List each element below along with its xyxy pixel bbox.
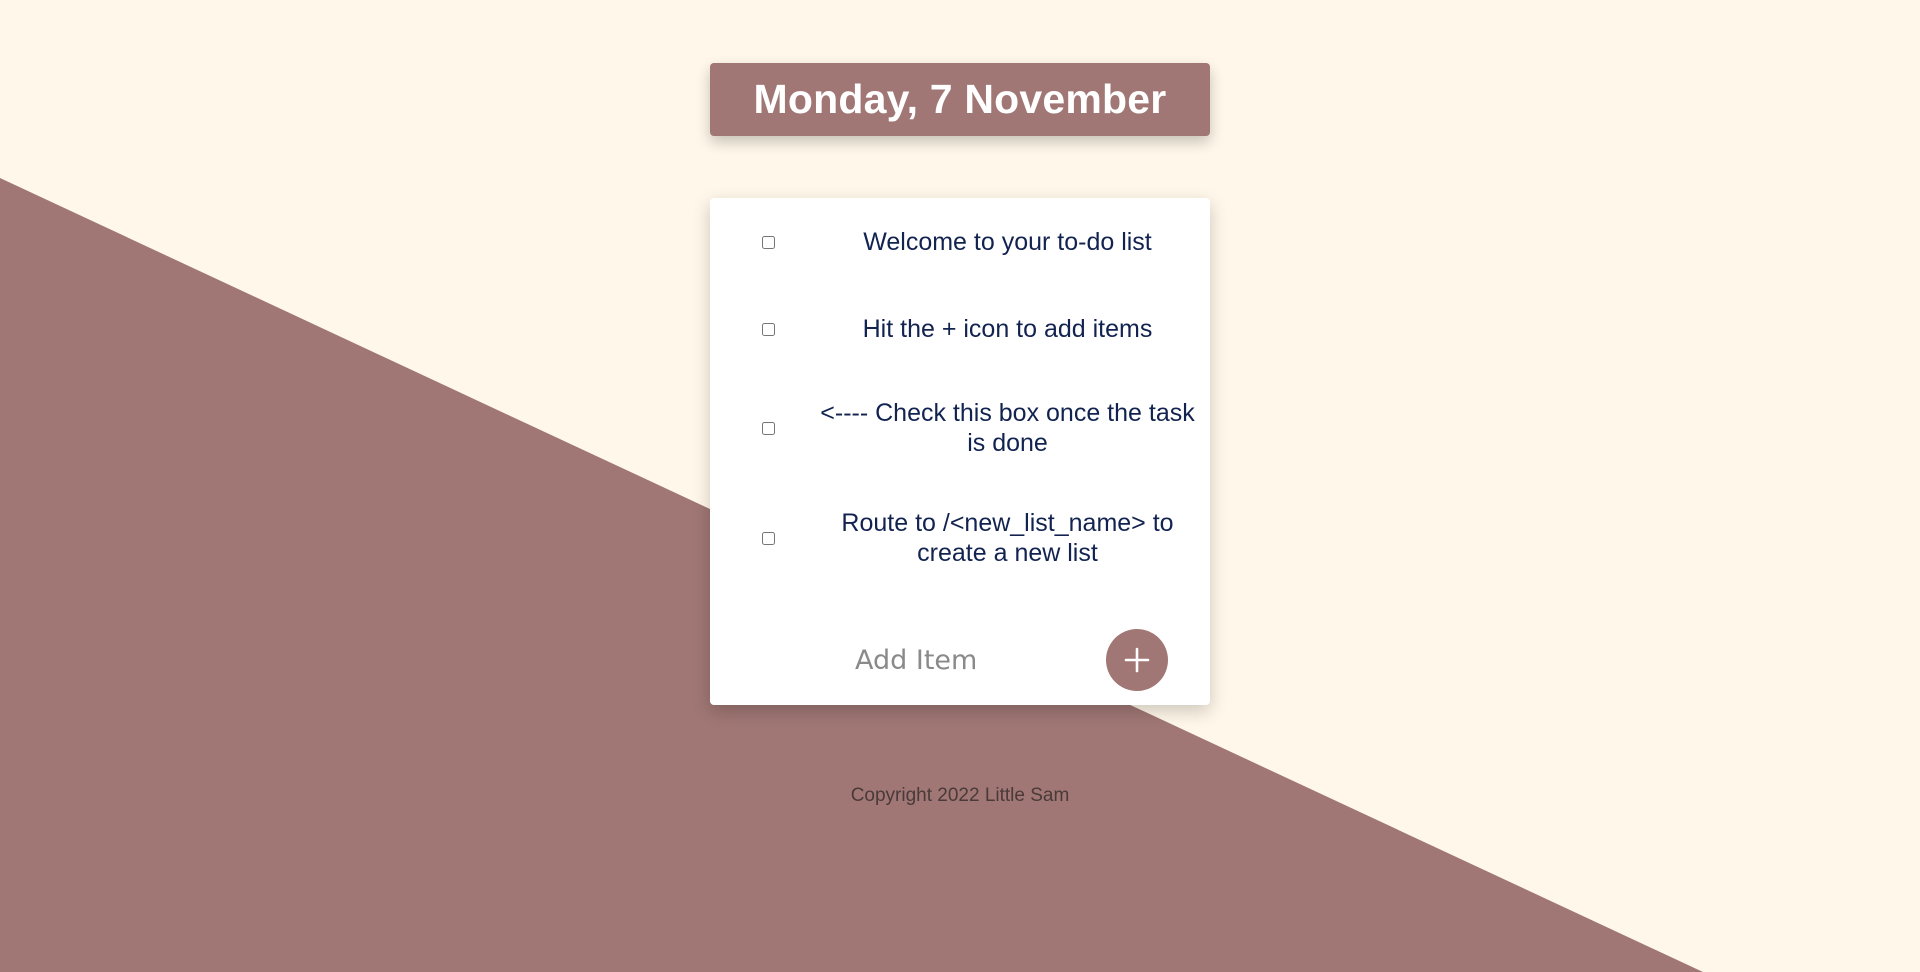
item-text: Route to /<new_list_name> to create a ne…: [841, 509, 1174, 567]
add-item-button[interactable]: [1106, 629, 1168, 691]
item-text: Hit the + icon to add items: [862, 315, 1153, 343]
list-item: Route to /<new_list_name> to create a ne…: [710, 505, 1210, 571]
copyright-footer: Copyright 2022 Little Sam: [850, 785, 1070, 806]
plus-icon: [1124, 647, 1150, 673]
item-text: <---- Check this box once the task is do…: [820, 399, 1195, 457]
list-item: Hit the + icon to add items: [710, 309, 1210, 349]
item-text: Welcome to your to-do list: [863, 228, 1152, 256]
item-checkbox[interactable]: [762, 322, 775, 336]
item-checkbox[interactable]: [762, 235, 775, 249]
add-item-form: [710, 628, 1210, 692]
todo-list-card: Welcome to your to-do list Hit the + ico…: [710, 198, 1210, 705]
date-heading: Monday, 7 November: [753, 76, 1167, 122]
add-item-input[interactable]: [855, 638, 1055, 682]
list-item: Welcome to your to-do list: [710, 222, 1210, 262]
date-heading-box: Monday, 7 November: [710, 63, 1210, 136]
list-item: <---- Check this box once the task is do…: [710, 395, 1210, 461]
item-checkbox[interactable]: [762, 531, 775, 545]
item-checkbox[interactable]: [762, 421, 775, 435]
